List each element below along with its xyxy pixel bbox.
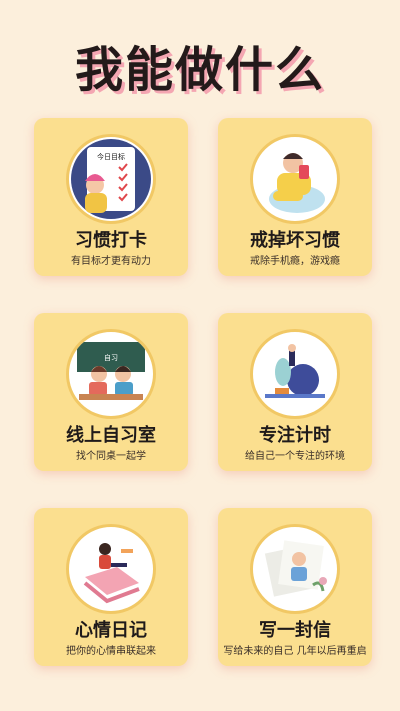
card-desc: 把你的心情串联起来 [66,646,156,657]
card-desc: 找个同桌一起学 [76,451,146,462]
card-focus-timer[interactable]: 专注计时 给自己一个专注的环境 [218,313,372,471]
card-write-a-letter[interactable]: 写一封信 写给未来的自己 几年以后再重启 [218,508,372,666]
badge-goal-text: 今日目标 [97,152,125,161]
card-desc: 有目标才更有动力 [71,256,151,267]
badge-study-text: 自习 [104,353,118,362]
card-mood-diary[interactable]: 心情日记 把你的心情串联起来 [34,508,188,666]
card-name: 习惯打卡 [75,230,147,251]
card-name: 心情日记 [75,620,147,641]
write-letter-illustration [250,524,340,614]
card-desc: 戒除手机瘾，游戏瘾 [250,256,340,267]
card-online-study-room[interactable]: 自习 线上自习室 找个同桌一起学 [34,313,188,471]
card-name: 专注计时 [259,425,331,446]
card-desc: 给自己一个专注的环境 [245,451,345,462]
study-room-illustration: 自习 [66,329,156,419]
card-name: 写一封信 [259,620,331,641]
habit-checkin-illustration: 今日目标 [66,134,156,224]
card-habit-checkin[interactable]: 今日目标 习惯打卡 有目标才更有动力 [34,118,188,276]
card-desc: 写给未来的自己 几年以后再重启 [223,646,367,657]
card-quit-bad-habit[interactable]: 戒掉坏习惯 戒除手机瘾，游戏瘾 [218,118,372,276]
card-name: 线上自习室 [66,425,156,446]
quit-bad-habit-illustration [250,134,340,224]
card-name: 戒掉坏习惯 [250,230,340,251]
mood-diary-illustration [66,524,156,614]
page-title: 我能做什么 [74,42,325,98]
focus-timer-illustration [250,329,340,419]
